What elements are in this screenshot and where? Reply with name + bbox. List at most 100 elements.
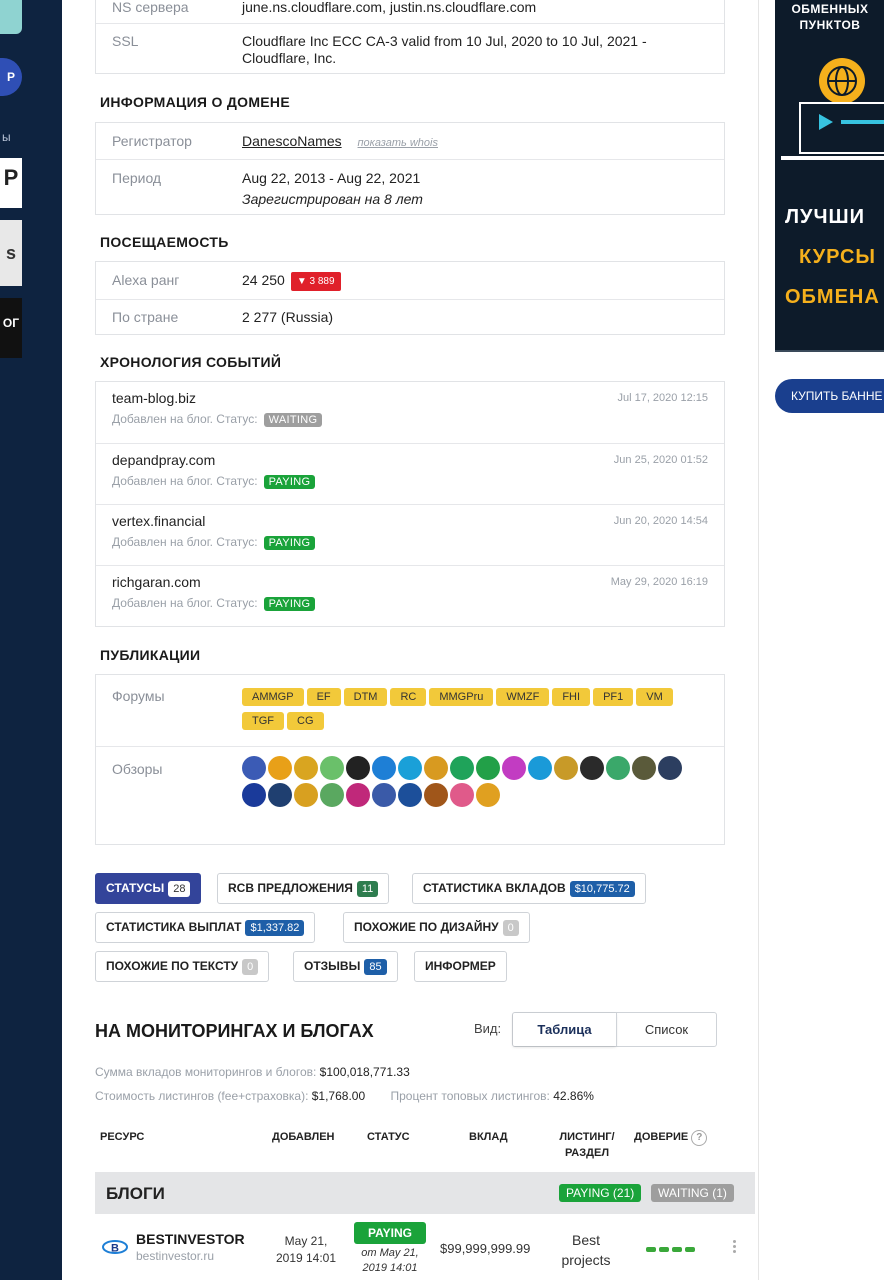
review-site-icon[interactable] bbox=[372, 756, 396, 780]
review-site-icon[interactable] bbox=[294, 783, 318, 807]
review-site-icon[interactable] bbox=[606, 756, 630, 780]
review-site-icon[interactable] bbox=[398, 783, 422, 807]
review-site-icon[interactable] bbox=[632, 756, 656, 780]
sidebar-logo-2[interactable]: s bbox=[0, 220, 22, 286]
tab-5[interactable]: ПОХОЖИЕ ПО ДИЗАЙНУ 0 bbox=[343, 912, 530, 943]
tab-label: СТАТИСТИКА ВЫПЛАТ bbox=[106, 920, 242, 934]
review-icons bbox=[242, 756, 702, 810]
view-table-button[interactable]: Таблица bbox=[513, 1013, 616, 1046]
view-list-button[interactable]: Список bbox=[616, 1013, 716, 1046]
trust-segment bbox=[659, 1247, 669, 1252]
sidebar-text: ы bbox=[2, 130, 11, 144]
resource-name[interactable]: BESTINVESTOR bbox=[136, 1231, 245, 1247]
tab-count-badge: 85 bbox=[364, 959, 387, 975]
help-icon[interactable]: ? bbox=[691, 1130, 708, 1146]
domain-info-panel: Регистратор DanescoNames показать whois … bbox=[95, 122, 725, 215]
review-site-icon[interactable] bbox=[580, 756, 604, 780]
review-site-icon[interactable] bbox=[528, 756, 552, 780]
event-desc: Добавлен на блог. Статус: bbox=[112, 474, 258, 488]
traffic-title: ПОСЕЩАЕМОСТЬ bbox=[100, 234, 229, 250]
forum-tag[interactable]: CG bbox=[287, 712, 324, 730]
tab-2[interactable]: RCB ПРЕДЛОЖЕНИЯ 11 bbox=[217, 873, 390, 904]
paying-count-badge[interactable]: PAYING (21) bbox=[559, 1184, 642, 1202]
forum-tag[interactable]: RC bbox=[390, 688, 427, 706]
waiting-count-badge[interactable]: WAITING (1) bbox=[651, 1184, 734, 1202]
forum-tag[interactable]: WMZF bbox=[496, 688, 550, 706]
review-site-icon[interactable] bbox=[294, 756, 318, 780]
event-domain[interactable]: vertex.financial bbox=[112, 513, 205, 529]
publications-title: ПУБЛИКАЦИИ bbox=[100, 647, 201, 663]
sidebar-pill-button[interactable]: P bbox=[0, 58, 22, 96]
review-site-icon[interactable] bbox=[450, 756, 474, 780]
buy-banner-button[interactable]: КУПИТЬ БАННЕ bbox=[775, 379, 884, 413]
event-domain[interactable]: team-blog.biz bbox=[112, 390, 196, 406]
right-column: ОБМЕННЫХ ПУНКТОВ ЛУЧШИ КУРСЫ ОБМЕНА КУПИ… bbox=[758, 0, 884, 1280]
review-site-icon[interactable] bbox=[502, 756, 526, 780]
event-domain[interactable]: richgaran.com bbox=[112, 574, 201, 590]
publications-panel: Форумы AMMGP EF DTM RC MMGPru WMZF FHI PF1 VM TGF… bbox=[95, 674, 725, 845]
timeline-panel: team-blog.biz Jul 17, 2020 12:15 Добавлен … bbox=[95, 381, 725, 627]
header-resource: РЕСУРС bbox=[100, 1131, 145, 1143]
tab-6[interactable]: ПОХОЖИЕ ПО ТЕКСТУ 0 bbox=[95, 951, 270, 982]
exchange-ad-banner[interactable]: ОБМЕННЫХ ПУНКТОВ ЛУЧШИ КУРСЫ ОБМЕНА bbox=[775, 0, 884, 352]
sidebar-logo-3[interactable]: ОГ bbox=[0, 298, 22, 358]
row-menu-icon[interactable] bbox=[733, 1240, 737, 1253]
ad-top-text: ОБМЕННЫХ ПУНКТОВ bbox=[791, 2, 869, 32]
tab-7[interactable]: ОТЗЫВЫ 85 bbox=[293, 951, 398, 982]
svg-text:B: B bbox=[111, 1243, 119, 1255]
review-site-icon[interactable] bbox=[658, 756, 682, 780]
tab-count-badge: $10,775.72 bbox=[569, 881, 635, 897]
event-domain[interactable]: depandpray.com bbox=[112, 452, 215, 468]
resource-domain[interactable]: bestinvestor.ru bbox=[136, 1249, 214, 1263]
tab-1[interactable]: СТАТУСЫ 28 bbox=[95, 873, 202, 904]
tab-8[interactable]: ИНФОРМЕР bbox=[414, 951, 507, 982]
review-site-icon[interactable] bbox=[242, 783, 266, 807]
forum-tag[interactable]: FHI bbox=[552, 688, 591, 706]
review-site-icon[interactable] bbox=[554, 756, 578, 780]
main-content: NS сервера june.ns.cloudflare.com, justi… bbox=[62, 0, 758, 1280]
event-date: Jun 20, 2020 14:54 bbox=[613, 515, 708, 527]
event-status-badge: WAITING bbox=[263, 413, 323, 427]
review-site-icon[interactable] bbox=[346, 756, 370, 780]
forum-tag[interactable]: TGF bbox=[242, 712, 284, 730]
laptop-base bbox=[781, 156, 884, 160]
forum-tag[interactable]: VM bbox=[636, 688, 673, 706]
review-site-icon[interactable] bbox=[476, 783, 500, 807]
review-site-icon[interactable] bbox=[320, 783, 344, 807]
review-site-icon[interactable] bbox=[268, 783, 292, 807]
forum-tag[interactable]: EF bbox=[306, 688, 341, 706]
review-site-icon[interactable] bbox=[476, 756, 500, 780]
alexa-change-badge: ▼ 3 889 bbox=[290, 272, 341, 291]
review-site-icon[interactable] bbox=[372, 783, 396, 807]
trust-segment bbox=[646, 1247, 656, 1252]
whois-link[interactable]: показать whois bbox=[358, 137, 438, 149]
review-site-icon[interactable] bbox=[242, 756, 266, 780]
period-value: Aug 22, 2013 - Aug 22, 2021 bbox=[242, 170, 421, 186]
country-row: По стране 2 277 (Russia) bbox=[96, 299, 724, 335]
tab-3[interactable]: СТАТИСТИКА ВКЛАДОВ $10,775.72 bbox=[412, 873, 646, 904]
review-site-icon[interactable] bbox=[320, 756, 344, 780]
forum-tag[interactable]: AMMGP bbox=[242, 688, 304, 706]
tab-4[interactable]: СТАТИСТИКА ВЫПЛАТ $1,337.82 bbox=[95, 912, 316, 943]
cost-line: Стоимость листингов (fee+страховка): $1,… bbox=[95, 1089, 594, 1103]
sidebar-teal-tile[interactable] bbox=[0, 0, 22, 34]
event-date: Jun 25, 2020 01:52 bbox=[613, 454, 708, 466]
tab-count-badge: 0 bbox=[502, 920, 519, 936]
forum-tag[interactable]: MMGPru bbox=[429, 688, 494, 706]
review-site-icon[interactable] bbox=[398, 756, 422, 780]
review-site-icon[interactable] bbox=[450, 783, 474, 807]
sidebar-logo-1[interactable]: P bbox=[0, 158, 22, 208]
trust-meter bbox=[646, 1247, 695, 1252]
review-site-icon[interactable] bbox=[424, 756, 448, 780]
ssl-key: SSL bbox=[112, 33, 139, 49]
table-row[interactable]: B BESTINVESTOR bestinvestor.ru May 21, 2… bbox=[95, 1214, 755, 1280]
forum-tag[interactable]: DTM bbox=[343, 688, 388, 706]
review-site-icon[interactable] bbox=[346, 783, 370, 807]
reviews-row: Обзоры bbox=[96, 746, 724, 845]
review-site-icon[interactable] bbox=[424, 783, 448, 807]
registrar-link[interactable]: DanescoNames bbox=[242, 133, 342, 149]
forum-tag[interactable]: PF1 bbox=[593, 688, 634, 706]
alexa-value-wrap: 24 250 ▼ 3 889 bbox=[242, 272, 341, 291]
review-site-icon[interactable] bbox=[268, 756, 292, 780]
trust-segment bbox=[685, 1247, 695, 1252]
